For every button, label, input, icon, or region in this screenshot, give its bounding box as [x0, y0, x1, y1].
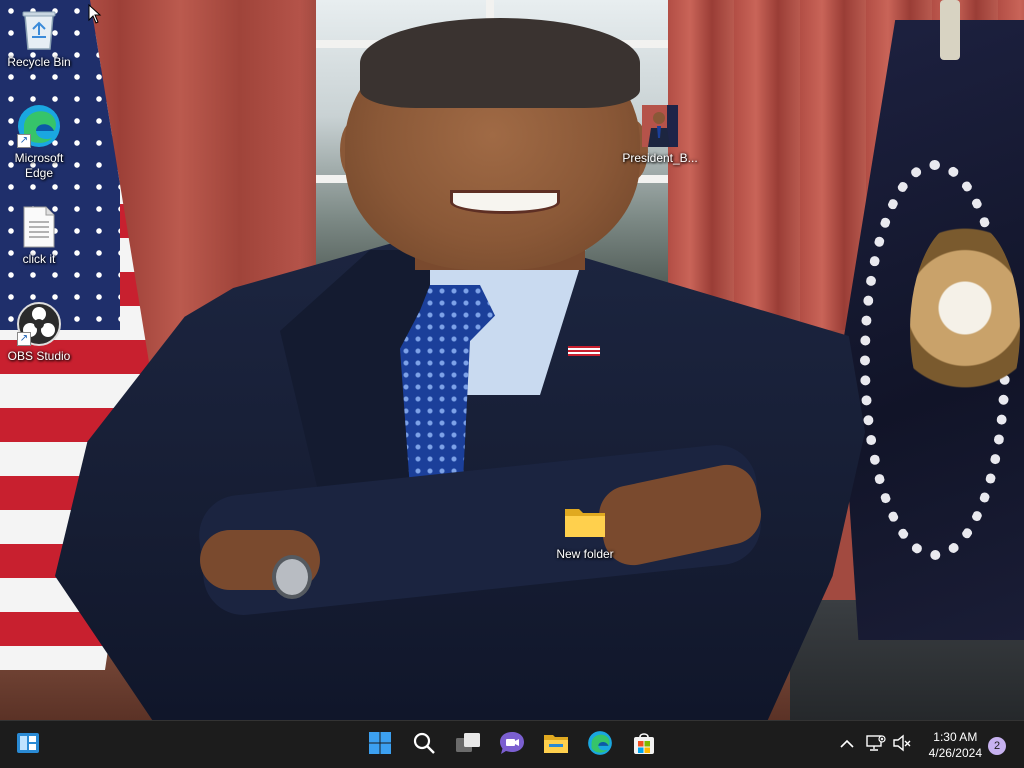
- desktop-icon-label: Microsoft Edge: [14, 151, 64, 180]
- taskbar-start-button[interactable]: [362, 727, 398, 763]
- clock-time: 1:30 AM: [933, 730, 978, 744]
- chevron-up-icon: [840, 736, 854, 754]
- clock-date: 4/26/2024: [928, 746, 982, 760]
- search-icon: [412, 731, 436, 760]
- desktop-icon-label: New folder: [556, 547, 614, 561]
- desktop-icon-president-image[interactable]: President_B...: [622, 104, 698, 166]
- edge-icon: ↗: [15, 104, 63, 148]
- volume-muted-icon: [892, 734, 912, 757]
- desktop-icon-obs-studio[interactable]: ↗ OBS Studio: [1, 302, 77, 364]
- desktop-icon-recycle-bin[interactable]: Recycle Bin: [1, 8, 77, 70]
- flag-pin: [568, 346, 600, 356]
- folder-icon: [561, 500, 609, 544]
- windows-start-icon: [368, 731, 392, 760]
- tray-network-button[interactable]: [862, 727, 890, 763]
- taskbar: 1:30 AM 4/26/2024 2: [0, 720, 1024, 768]
- tray-volume-button[interactable]: [888, 727, 916, 763]
- obs-icon: ↗: [15, 302, 63, 346]
- task-view-icon: [455, 732, 481, 759]
- shortcut-arrow-icon: ↗: [17, 332, 31, 346]
- desktop-icon-label: Recycle Bin: [7, 55, 71, 69]
- store-icon: [632, 731, 656, 760]
- widgets-icon: [16, 732, 40, 759]
- image-file-icon: [636, 104, 684, 148]
- taskbar-edge-button[interactable]: [582, 727, 618, 763]
- file-explorer-icon: [543, 732, 569, 759]
- desktop-icon-label: click it: [22, 252, 56, 266]
- desktop-icon-label: President_B...: [622, 151, 698, 165]
- taskbar-chat-button[interactable]: [494, 727, 530, 763]
- text-file-icon: [15, 205, 63, 249]
- chat-icon: [499, 731, 525, 760]
- tray-clock[interactable]: 1:30 AM 4/26/2024: [929, 729, 982, 761]
- notification-badge[interactable]: 2: [988, 737, 1006, 755]
- tray-show-hidden-icons-button[interactable]: [832, 727, 862, 763]
- shortcut-arrow-icon: ↗: [17, 134, 31, 148]
- desktop-wallpaper: [0, 0, 1024, 720]
- taskbar-search-button[interactable]: [406, 727, 442, 763]
- wristwatch: [272, 555, 312, 599]
- taskbar-widgets-button[interactable]: [10, 727, 46, 763]
- desktop-icon-edge[interactable]: ↗ Microsoft Edge: [1, 104, 77, 181]
- desktop-icon-new-folder[interactable]: New folder: [547, 500, 623, 562]
- recycle-bin-icon: [15, 8, 63, 52]
- network-disconnected-icon: [866, 734, 886, 757]
- taskbar-task-view-button[interactable]: [450, 727, 486, 763]
- desktop-icon-label: OBS Studio: [7, 349, 71, 363]
- desktop-icon-click-it[interactable]: click it: [1, 205, 77, 267]
- taskbar-store-button[interactable]: [626, 727, 662, 763]
- edge-icon: [587, 730, 613, 761]
- taskbar-file-explorer-button[interactable]: [538, 727, 574, 763]
